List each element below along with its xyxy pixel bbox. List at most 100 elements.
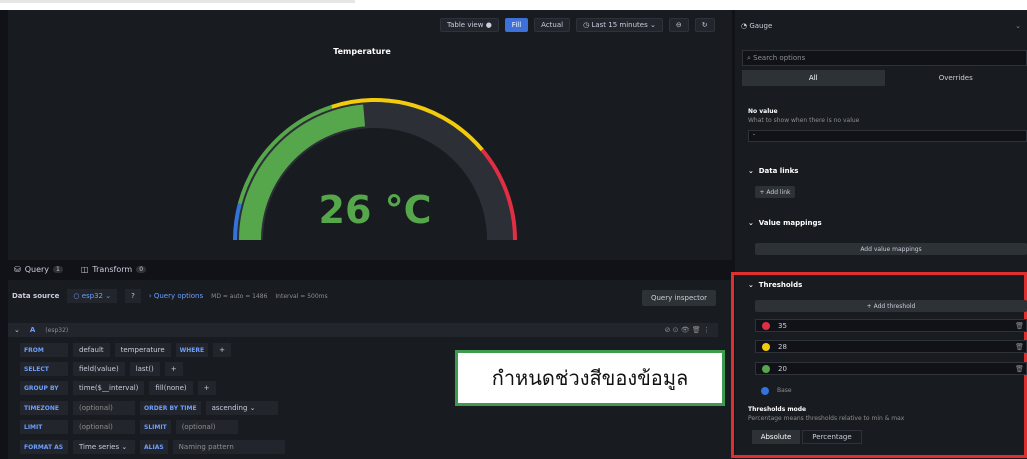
select-field[interactable]: field(value): [73, 362, 125, 376]
thresholds-mode-desc: Percentage means thresholds relative to …: [748, 415, 905, 422]
zoom-out-icon: ⊖: [675, 21, 682, 29]
timezone-input[interactable]: (optional): [73, 401, 135, 415]
order-select[interactable]: ascending ⌄: [205, 401, 278, 415]
timezone-row: TIMEZONE (optional) ORDER BY TIME ascend…: [20, 401, 278, 415]
from-row: FROM default temperature WHERE +: [20, 343, 231, 357]
fill-button[interactable]: Fill: [504, 18, 529, 32]
query-ds-name: (esp32): [45, 326, 69, 334]
gauge-icon: ◔: [741, 22, 748, 30]
help-icon[interactable]: ?: [125, 289, 141, 303]
refresh-button[interactable]: ↻: [694, 18, 715, 32]
tab-overrides[interactable]: Overrides: [885, 70, 1027, 86]
tab-transform-label: Transform: [92, 264, 133, 274]
query-tabs: ⛁ Query 1 ◫ Transform 0: [8, 260, 732, 278]
tab-query-label: Query: [24, 264, 50, 274]
table-view-toggle[interactable]: Table view ●: [440, 18, 499, 32]
orderby-keyword: ORDER BY TIME: [140, 401, 201, 415]
search-options-input[interactable]: ⌕ Search options: [742, 50, 1027, 66]
trash-icon[interactable]: 🗑: [1015, 343, 1024, 351]
browser-top-strip: [0, 0, 1027, 10]
threshold-value[interactable]: 28: [778, 343, 787, 351]
threshold-value[interactable]: 20: [778, 365, 787, 373]
row-actions-icons[interactable]: ⊘ ⊙ 👁 🗑 ⋮: [665, 326, 710, 334]
gauge-value: 26 °C: [318, 188, 432, 232]
clock-icon: ◷: [583, 21, 590, 29]
threshold-row[interactable]: 28 🗑: [755, 340, 1027, 353]
zoom-out-button[interactable]: ⊖: [668, 18, 689, 32]
datasource-bar: Data source ○ esp32 ⌄ ? › Query options …: [8, 287, 732, 305]
groupby-add[interactable]: +: [197, 381, 216, 395]
threshold-color-blue[interactable]: [761, 386, 769, 395]
query-options-label: Query options: [153, 292, 204, 300]
query-count-badge: 1: [53, 265, 63, 273]
format-select[interactable]: Time series ⌄: [73, 440, 135, 454]
viz-name: Gauge: [749, 22, 773, 30]
search-icon: ⌕: [747, 53, 751, 62]
absolute-button[interactable]: Absolute: [752, 430, 800, 444]
browser-tab: [0, 0, 355, 3]
no-value-input[interactable]: -: [748, 130, 1027, 142]
percentage-button[interactable]: Percentage: [802, 430, 862, 444]
slimit-input[interactable]: (optional): [175, 420, 238, 434]
collapse-icon[interactable]: ⌄: [14, 326, 20, 334]
trash-icon[interactable]: 🗑: [1015, 322, 1024, 330]
value-mappings-header[interactable]: ⌄ Value mappings: [748, 219, 822, 227]
where-keyword: WHERE: [175, 343, 209, 357]
gauge-title: Temperature: [333, 47, 391, 56]
add-link-button[interactable]: + Add link: [755, 186, 795, 198]
tab-transform[interactable]: ◫ Transform 0: [80, 264, 147, 274]
no-value-desc: What to show when there is no value: [748, 117, 860, 124]
datasource-label: Data source: [12, 292, 60, 300]
select-keyword: SELECT: [20, 362, 68, 376]
add-value-mappings-button[interactable]: Add value mappings: [755, 243, 1027, 255]
order-value: ascending: [211, 404, 248, 412]
threshold-row-base: Base: [755, 384, 1027, 397]
format-row: FORMAT AS Time series ⌄ ALIAS Naming pat…: [20, 440, 285, 454]
threshold-row[interactable]: 20 🗑: [755, 362, 1027, 375]
from-measurement[interactable]: temperature: [114, 343, 171, 357]
search-placeholder: Search options: [753, 54, 806, 62]
alias-input[interactable]: Naming pattern: [172, 440, 285, 454]
groupby-fill[interactable]: fill(none): [149, 381, 193, 395]
threshold-color-yellow[interactable]: [762, 342, 770, 351]
add-threshold-button[interactable]: + Add threshold: [755, 300, 1027, 312]
tab-all[interactable]: All: [742, 70, 885, 86]
threshold-value[interactable]: 35: [778, 322, 787, 330]
select-add[interactable]: +: [164, 362, 183, 376]
trash-icon[interactable]: 🗑: [1015, 365, 1024, 373]
datasource-picker[interactable]: ○ esp32 ⌄: [67, 289, 118, 303]
groupby-keyword: GROUP BY: [20, 381, 68, 395]
threshold-row[interactable]: 35 🗑: [755, 319, 1027, 332]
select-function[interactable]: last(): [129, 362, 160, 376]
data-links-title: Data links: [758, 167, 799, 175]
threshold-base-label: Base: [777, 387, 792, 394]
query-options-link[interactable]: › Query options: [149, 292, 203, 300]
annotation-callout: กำหนดช่วงสีของข้อมูล: [455, 350, 725, 406]
chevron-down-icon: ⌄: [649, 21, 656, 29]
tab-query[interactable]: ⛁ Query 1: [14, 265, 63, 274]
no-value-title: No value: [748, 108, 778, 115]
thresholds-title: Thresholds: [758, 281, 803, 289]
options-tabs: All Overrides: [742, 70, 1027, 86]
query-inspector-button[interactable]: Query inspector: [642, 290, 716, 306]
actual-button[interactable]: Actual: [534, 18, 571, 32]
transform-count-badge: 0: [136, 265, 147, 273]
transform-icon: ◫: [80, 264, 89, 274]
limit-keyword: LIMIT: [20, 420, 68, 434]
query-row-header[interactable]: ⌄ A (esp32) ⊘ ⊙ 👁 🗑 ⋮: [8, 323, 718, 337]
thresholds-mode-title: Thresholds mode: [748, 406, 807, 413]
time-range-picker[interactable]: ◷ Last 15 minutes ⌄: [576, 18, 663, 32]
from-keyword: FROM: [20, 343, 68, 357]
from-db[interactable]: default: [73, 343, 110, 357]
where-add[interactable]: +: [213, 343, 231, 357]
viz-picker[interactable]: ◔ Gauge ⌄: [735, 18, 1027, 34]
data-links-header[interactable]: ⌄ Data links: [748, 167, 798, 175]
threshold-color-red[interactable]: [762, 321, 770, 330]
thresholds-header[interactable]: ⌄ Thresholds: [748, 281, 802, 289]
threshold-color-green[interactable]: [762, 364, 770, 373]
time-range-label: Last 15 minutes: [591, 21, 648, 29]
panel-view-toolbar: Table view ● Fill Actual ◷ Last 15 minut…: [440, 17, 715, 33]
groupby-time[interactable]: time($__interval): [73, 381, 145, 395]
toggle-icon: ●: [485, 21, 492, 29]
limit-input[interactable]: (optional): [73, 420, 135, 434]
